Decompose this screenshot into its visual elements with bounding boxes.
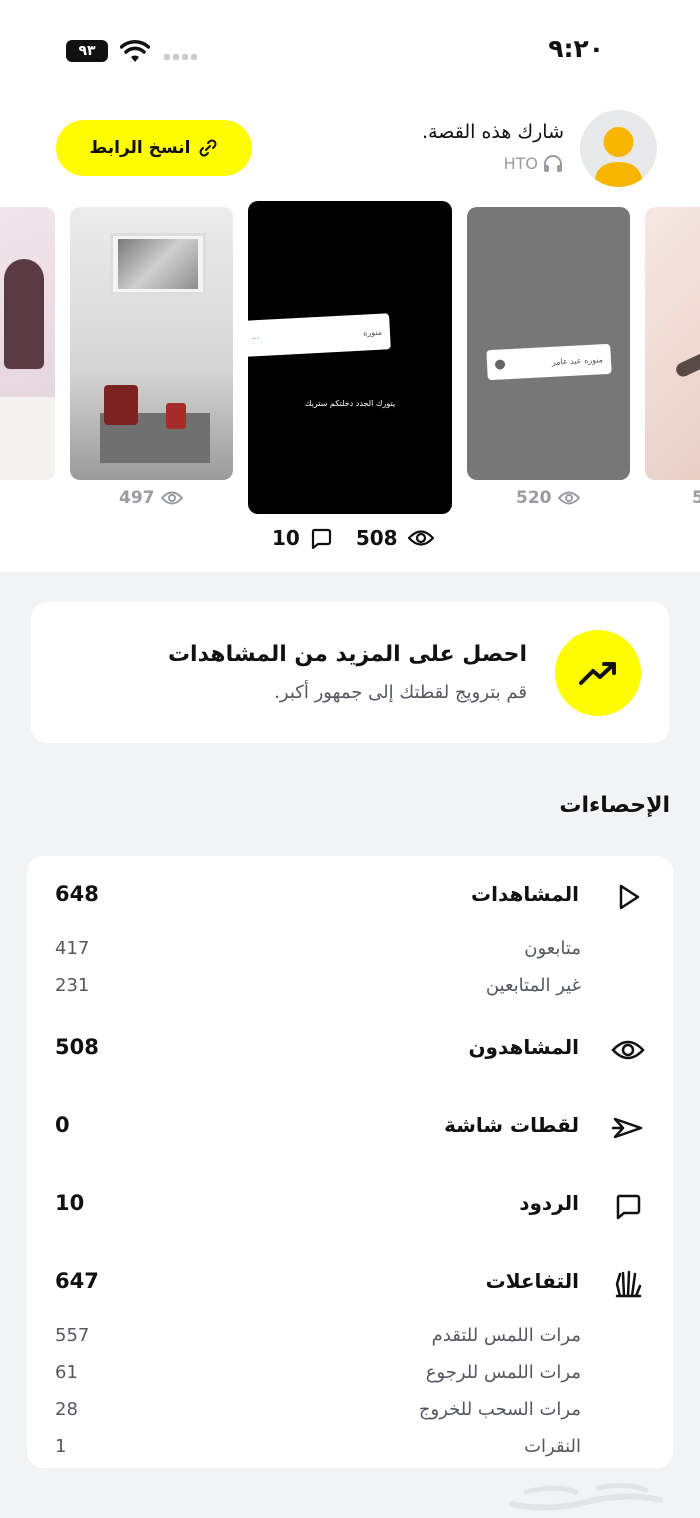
- sticker-link-text: ···: [251, 333, 260, 343]
- insights-title: الإحصاءات: [559, 793, 670, 818]
- taps-forward-value: 557: [55, 1325, 90, 1346]
- sticker-text: منوره: [362, 327, 383, 338]
- copy-link-label: انسخ الرابط: [89, 138, 191, 158]
- story-thumbnail[interactable]: [645, 207, 700, 480]
- story-views-count: 520: [516, 488, 552, 508]
- story-views-count: 497: [119, 488, 155, 508]
- story-caption: يتورك الجدد دخلتكم ستريك: [304, 399, 396, 408]
- promote-title: احصل على المزيد من المشاهدات: [167, 642, 527, 667]
- eye-icon: [557, 491, 580, 505]
- non-followers-label: غير المتابعين: [485, 975, 581, 996]
- screenshot-icon: [611, 1111, 645, 1145]
- story-views: 497: [119, 488, 183, 508]
- views-count: 508: [355, 526, 398, 550]
- replies-label: الردود: [519, 1191, 579, 1215]
- wifi-icon: [120, 40, 150, 62]
- link-icon: [199, 139, 217, 157]
- viewers-label: المشاهدون: [468, 1035, 579, 1059]
- copy-link-button[interactable]: انسخ الرابط: [56, 120, 252, 176]
- bitmoji-placeholder-icon: [594, 127, 643, 187]
- wave-hand-icon: [611, 1267, 645, 1301]
- signal-icon: [164, 54, 200, 62]
- story-views: 5: [692, 488, 700, 508]
- eye-icon: [611, 1033, 645, 1067]
- swipe-exit-value: 28: [55, 1399, 78, 1420]
- story-sticker: منوره عبد عامر: [486, 343, 612, 381]
- selected-story-stats: 10 508: [272, 526, 434, 550]
- story-thumbnail[interactable]: [0, 207, 55, 480]
- promote-card[interactable]: احصل على المزيد من المشاهدات قم بترويج ل…: [31, 602, 669, 743]
- interactions-value: 647: [55, 1269, 99, 1293]
- swipe-exit-label: مرات السحب للخروج: [418, 1399, 581, 1420]
- story-thumbnail[interactable]: منوره عبد عامر: [467, 207, 630, 480]
- views-label: المشاهدات: [470, 882, 579, 906]
- audience-line: HTO: [504, 153, 564, 173]
- viewers-value: 508: [55, 1035, 99, 1059]
- play-icon: [611, 880, 645, 914]
- views-value: 648: [55, 882, 99, 906]
- taps-forward-label: مرات اللمس للتقدم: [431, 1325, 581, 1346]
- story-views-count: 5: [692, 488, 700, 508]
- battery-icon: ٩٣: [66, 40, 108, 62]
- clicks-label: النقرات: [524, 1436, 581, 1457]
- avatar[interactable]: [580, 110, 657, 187]
- insights-card: المشاهدات 648 متابعون 417 غير المتابعين …: [27, 856, 673, 1468]
- trending-up-icon: [579, 662, 616, 685]
- promote-subtitle: قم بترويج لقطتك إلى جمهور أكبر.: [274, 682, 527, 703]
- watermark-logo: [509, 1482, 663, 1511]
- reply-icon: [311, 528, 331, 549]
- reply-icon: [611, 1189, 645, 1223]
- eye-icon: [160, 491, 183, 505]
- replies-count: 10: [272, 526, 300, 550]
- followers-label: متابعون: [524, 938, 581, 959]
- story-thumbnail-selected[interactable]: ··· منوره يتورك الجدد دخلتكم ستريك: [248, 201, 452, 514]
- sticker-text: منوره عبد عامر: [551, 354, 604, 367]
- story-sticker: ··· منوره: [248, 313, 391, 357]
- share-title: شارك هذه القصة.: [422, 121, 564, 143]
- replies-value: 10: [55, 1191, 85, 1215]
- taps-back-value: 61: [55, 1362, 78, 1383]
- promote-icon-circle: [555, 630, 641, 716]
- story-thumbnail[interactable]: [70, 207, 233, 480]
- sticker-dot: [494, 359, 506, 370]
- clicks-value: 1: [55, 1436, 67, 1457]
- non-followers-value: 231: [55, 975, 90, 996]
- screenshots-label: لقطات شاشة: [444, 1113, 579, 1137]
- interactions-label: التفاعلات: [485, 1269, 579, 1293]
- status-time: ٩:٢٠: [548, 34, 604, 63]
- story-views: 520: [516, 488, 580, 508]
- story-header-area: ٩:٢٠ ٩٣ انسخ الرابط شارك هذه القصة. HTO: [0, 0, 700, 572]
- screenshots-value: 0: [55, 1113, 70, 1137]
- audience-name: HTO: [503, 153, 538, 173]
- followers-value: 417: [55, 938, 90, 959]
- eye-icon: [407, 530, 434, 546]
- taps-back-label: مرات اللمس للرجوع: [425, 1362, 581, 1383]
- headphones-icon: [544, 155, 562, 172]
